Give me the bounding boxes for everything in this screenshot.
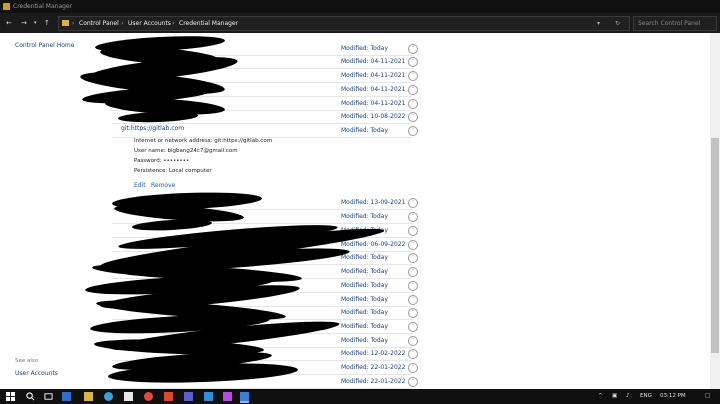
breadcrumb-credential-manager[interactable]: Credential Manager	[179, 20, 238, 27]
credential-name[interactable]: git:https://gitlab.com	[121, 125, 184, 132]
credential-modified-date: Modified: Today	[341, 323, 388, 330]
credential-address: Internet or network address: git:https:/…	[134, 138, 273, 144]
tray-up-arrow-icon[interactable]: ^	[598, 393, 603, 399]
expand-chevron-icon[interactable]: ˅	[408, 71, 418, 81]
recent-locations-chevron-icon[interactable]: ▾	[34, 19, 37, 27]
expand-chevron-icon[interactable]: ˅	[408, 363, 418, 373]
control-panel-home-link[interactable]: Control Panel Home	[15, 42, 74, 49]
chrome-browser-icon[interactable]	[144, 392, 153, 401]
credential-persistence: Persistence: Local computer	[134, 168, 212, 174]
credential-modified-date: Modified: Today	[341, 282, 388, 289]
breadcrumb-user-accounts[interactable]: User Accounts	[128, 20, 171, 27]
up-arrow-icon[interactable]: ↑	[44, 19, 50, 27]
notifications-icon[interactable]: □	[705, 393, 710, 399]
taskbar: ^ ▣ ♪ ENG 03:12 PM □	[0, 389, 720, 404]
file-explorer-icon[interactable]	[84, 392, 93, 401]
credential-modified-date: Modified: 22-01-2022	[341, 378, 406, 385]
back-arrow-icon[interactable]: ←	[6, 19, 12, 27]
credential-modified-date: Modified: 04-11-2021	[341, 58, 406, 65]
expand-chevron-icon[interactable]: ˅	[408, 226, 418, 236]
expand-chevron-icon[interactable]: ˅	[408, 295, 418, 305]
search-placeholder: Search Control Panel	[638, 20, 701, 27]
expand-chevron-icon[interactable]: ˅	[408, 44, 418, 54]
title-bar: Credential Manager	[0, 0, 720, 13]
see-also-heading: See also	[15, 358, 39, 364]
credential-modified-date: Modified: Today	[341, 45, 388, 52]
credential-modified-date: Modified: Today	[341, 309, 388, 316]
expand-chevron-icon[interactable]: ˅	[408, 349, 418, 359]
user-accounts-link[interactable]: User Accounts	[15, 370, 58, 377]
code-editor-icon[interactable]	[204, 392, 213, 401]
credential-modified-date: Modified: Today	[341, 213, 388, 220]
credential-modified-date: Modified: Today	[341, 337, 388, 344]
address-dropdown-icon[interactable]: ▾	[597, 20, 600, 27]
teams-icon[interactable]	[184, 392, 193, 401]
forward-arrow-icon[interactable]: →	[21, 19, 27, 27]
credential-modified-date: Modified: Today	[341, 296, 388, 303]
vertical-scrollbar[interactable]	[710, 33, 720, 389]
edit-link[interactable]: Edit	[134, 182, 146, 189]
control-panel-taskbar-icon[interactable]	[240, 392, 249, 403]
volume-icon[interactable]: ♪	[626, 393, 630, 399]
expand-chevron-icon[interactable]: ˅	[408, 240, 418, 250]
expand-chevron-icon[interactable]: ˅	[408, 99, 418, 109]
redaction-mark	[117, 110, 199, 124]
credential-username: User name: bigbang24c7@gmail.com	[134, 148, 238, 154]
credential-modified-date: Modified: 06-09-2022	[341, 241, 406, 248]
credential-password: Password: ••••••••	[134, 158, 190, 164]
expand-chevron-icon[interactable]: ˅	[408, 198, 418, 208]
app-icon[interactable]	[223, 392, 232, 401]
credential-modified-date: Modified: 12-02-2022	[341, 350, 406, 357]
credential-modified-date: Modified: 10-08-2022	[341, 113, 406, 120]
expand-chevron-icon[interactable]: ˅	[408, 281, 418, 291]
network-icon[interactable]: ▣	[612, 393, 617, 399]
search-input[interactable]: Search Control Panel	[633, 16, 717, 31]
refresh-icon[interactable]: ↻	[615, 20, 620, 27]
expand-chevron-icon[interactable]: ˅	[408, 85, 418, 95]
credential-modified-date: Modified: 04-11-2021	[341, 72, 406, 79]
credential-modified-date: Modified: 22-01-2022	[341, 364, 406, 371]
breadcrumb-separator-icon: ›	[121, 20, 124, 27]
window-title: Credential Manager	[13, 3, 73, 10]
windows-start-icon[interactable]	[6, 392, 15, 401]
office-app-icon[interactable]	[164, 392, 173, 401]
remove-link[interactable]: Remove	[151, 182, 175, 189]
expand-chevron-icon[interactable]: ˅	[408, 253, 418, 263]
address-bar: ← → ▾ ↑ › Control Panel › User Accounts …	[0, 13, 720, 33]
expand-chevron-icon[interactable]: ˅	[408, 308, 418, 318]
breadcrumb-separator-icon: ›	[72, 20, 75, 27]
scrollbar-thumb[interactable]	[711, 138, 719, 353]
clock[interactable]: 03:12 PM	[660, 393, 686, 399]
expand-chevron-icon[interactable]: ˅	[408, 336, 418, 346]
control-panel-folder-icon	[62, 20, 69, 26]
edge-browser-icon[interactable]	[104, 392, 113, 401]
expand-chevron-icon[interactable]: ˅	[408, 212, 418, 222]
task-view-icon[interactable]	[44, 392, 53, 401]
credential-modified-date: Modified: Today	[341, 127, 388, 134]
breadcrumb[interactable]: › Control Panel › User Accounts › Creden…	[58, 16, 630, 31]
row-divider	[112, 123, 412, 124]
breadcrumb-control-panel[interactable]: Control Panel	[79, 20, 119, 27]
credential-modified-date: Modified: Today	[341, 268, 388, 275]
language-indicator[interactable]: ENG	[640, 393, 652, 399]
credential-manager-icon	[3, 3, 10, 10]
expand-chevron-icon[interactable]: ˅	[408, 126, 418, 136]
search-icon[interactable]	[26, 392, 35, 401]
app-icon[interactable]	[62, 392, 71, 401]
expand-chevron-icon[interactable]: ˅	[408, 377, 418, 387]
expand-chevron-icon[interactable]: ˅	[408, 322, 418, 332]
expand-chevron-icon[interactable]: ˅	[408, 112, 418, 122]
credential-modified-date: Modified: 04-11-2021	[341, 86, 406, 93]
expand-chevron-icon[interactable]: ˅	[408, 57, 418, 67]
store-icon[interactable]	[124, 392, 133, 401]
credential-modified-date: Modified: 13-09-2021	[341, 199, 406, 206]
credential-modified-date: Modified: 04-11-2021	[341, 100, 406, 107]
expand-chevron-icon[interactable]: ˅	[408, 267, 418, 277]
breadcrumb-separator-icon: ›	[172, 20, 175, 27]
credential-modified-date: Modified: Today	[341, 254, 388, 261]
redaction-mark	[131, 217, 213, 233]
